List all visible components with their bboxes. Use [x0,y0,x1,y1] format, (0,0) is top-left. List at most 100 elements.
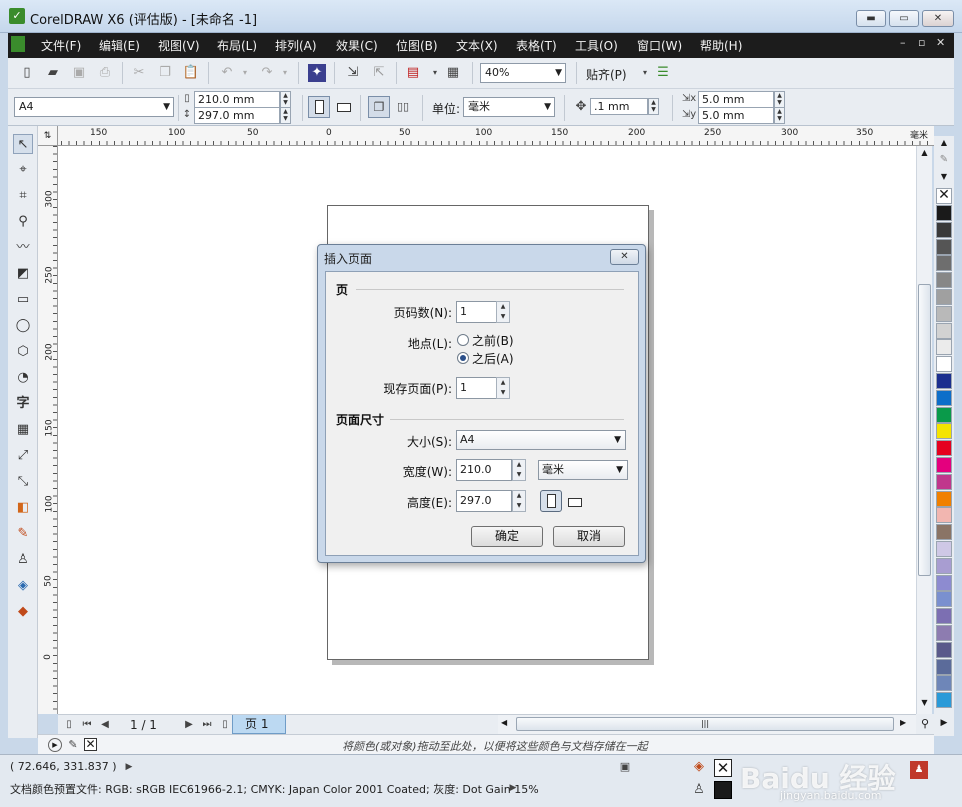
minimize-button[interactable]: ▬ [856,10,886,27]
ruler-origin-icon[interactable]: ⇅ [38,126,58,146]
publish-pdf-icon[interactable]: ▤ [404,64,422,82]
paper-size-combo[interactable]: A4 ▼ [14,97,174,117]
first-page-icon[interactable]: ⏮ [78,716,96,734]
color-swatch[interactable] [936,457,952,473]
dimension-tool-icon[interactable]: ⤢ [13,446,33,466]
import-icon[interactable]: ⇲ [344,64,362,82]
menu-layout[interactable]: 布局(L) [217,37,257,54]
scroll-right-icon[interactable]: ▶ [900,718,906,727]
table-tool-icon[interactable]: ▦ [13,420,33,440]
color-swatch[interactable] [936,423,952,440]
paste-icon[interactable]: 📋 [182,64,200,82]
duplicate-x-input[interactable]: 5.0 mm [698,91,774,108]
eyedropper-icon[interactable]: ✎ [64,736,82,754]
save-icon[interactable]: ▣ [70,64,88,82]
fill-color-swatch[interactable]: ✕ [714,759,732,777]
duplicate-y-spinner[interactable]: ▲ ▼ [774,107,785,124]
pages-spinner[interactable]: ▲ ▼ [496,301,510,323]
duplicate-x-spinner[interactable]: ▲ ▼ [774,91,785,108]
welcome-screen-icon[interactable]: ▦ [444,64,462,82]
no-color-swatch[interactable]: ✕ [84,738,97,751]
page-height-input[interactable]: 297.0 mm [194,107,280,124]
color-swatch[interactable] [936,557,952,574]
color-swatch[interactable] [936,406,952,423]
scroll-left-icon[interactable]: ◀ [501,718,507,727]
publish-dropdown-icon[interactable]: ▾ [426,64,444,82]
vertical-scrollbar[interactable]: ▲ ▼ [916,146,932,714]
snap-to-button[interactable]: 贴齐(P) [586,66,627,83]
smart-fill-tool-icon[interactable]: ◩ [13,264,33,284]
vertical-scroll-thumb[interactable] [918,284,931,576]
ellipse-tool-icon[interactable]: ◯ [13,316,33,336]
freehand-tool-icon[interactable]: 〰 [13,238,33,258]
menu-file[interactable]: 文件(F) [41,37,81,54]
horizontal-ruler[interactable]: 150 100 50 0 50 100 150 200 250 300 350 … [38,126,934,146]
color-swatch[interactable] [936,541,952,557]
eyedropper-icon[interactable]: ✎ [936,154,952,168]
color-swatch[interactable] [936,473,952,490]
menu-window[interactable]: 窗口(W) [637,37,682,54]
scroll-up-icon[interactable]: ▲ [918,148,931,160]
profiles-expand-icon[interactable]: ▶ [504,779,522,797]
menu-edit[interactable]: 编辑(E) [99,37,140,54]
color-swatch[interactable] [936,675,952,692]
maximize-button[interactable]: ▭ [889,10,919,27]
navigator-icon[interactable]: ⚲ [916,714,934,734]
document-palette-bar[interactable]: ▶ ✎ ✕ 将颜色(或对象)拖动至此处，以便将这些颜色与文档存储在一起 [38,734,934,754]
palette-scroll-up-icon[interactable]: ▲ [936,138,952,152]
doc-close-icon[interactable]: ✕ [936,36,945,49]
color-swatch[interactable] [936,490,952,507]
before-label[interactable]: 之前(B) [472,332,514,349]
existing-page-spinner[interactable]: ▲ ▼ [496,377,510,399]
landscape-icon[interactable] [568,498,582,507]
color-swatch[interactable] [936,692,952,709]
text-tool-icon[interactable]: 字 [13,394,33,414]
eyedropper-tool-icon[interactable]: ✎ [13,524,33,544]
shape-tool-icon[interactable]: ⌖ [13,160,33,180]
portrait-button[interactable] [540,490,562,512]
dialog-close-button[interactable]: ✕ [610,249,639,265]
color-swatch[interactable] [936,591,952,608]
export-icon[interactable]: ⇱ [370,64,388,82]
page-width-input[interactable]: 210.0 mm [194,91,280,108]
width-input[interactable]: 210.0 [456,459,512,481]
open-icon[interactable]: ▰ [44,64,62,82]
page-width-spinner[interactable]: ▲ ▼ [280,91,291,108]
landscape-button[interactable] [332,96,354,118]
fill-tool-icon[interactable]: ◈ [13,576,33,596]
redo-icon[interactable]: ↷ [258,64,276,82]
color-swatch[interactable] [936,658,952,675]
undo-icon[interactable]: ↶ [218,64,236,82]
page-height-spinner[interactable]: ▲ ▼ [280,107,291,124]
crop-tool-icon[interactable]: ⌗ [13,186,33,206]
width-spinner[interactable]: ▲ ▼ [512,459,526,481]
user-icon[interactable]: ♟ [910,761,928,779]
menu-help[interactable]: 帮助(H) [700,37,742,54]
color-swatch[interactable] [936,238,952,255]
pick-tool-icon[interactable]: ↖ [13,134,33,154]
basic-shapes-tool-icon[interactable]: ◔ [13,368,33,388]
close-button[interactable]: ✕ [922,10,954,27]
color-swatch[interactable] [936,440,952,457]
status-expand-icon[interactable]: ▶ [120,758,138,776]
blend-tool-icon[interactable]: ◧ [13,498,33,518]
color-swatch[interactable] [936,641,952,658]
all-pages-button[interactable]: ❐ [368,96,390,118]
existing-page-input[interactable]: 1 [456,377,498,399]
menu-view[interactable]: 视图(V) [158,37,200,54]
cut-icon[interactable]: ✂ [130,64,148,82]
color-swatch[interactable] [936,221,952,238]
previous-page-icon[interactable]: ◀ [96,716,114,734]
palette-expand-icon[interactable]: ▶ [936,718,952,732]
menu-arrange[interactable]: 排列(A) [275,37,317,54]
zoom-tool-icon[interactable]: ⚲ [13,212,33,232]
horizontal-scrollbar[interactable]: ◀ ||| ▶ [498,714,916,734]
color-swatch[interactable] [936,272,952,289]
last-page-icon[interactable]: ⏭ [198,716,216,734]
unit-combo[interactable]: 毫米 ▼ [538,460,628,480]
interactive-fill-tool-icon[interactable]: ◆ [13,602,33,622]
next-page-icon[interactable]: ▶ [180,716,198,734]
rectangle-tool-icon[interactable]: ▭ [13,290,33,310]
undo-dropdown-icon[interactable]: ▾ [236,64,254,82]
menu-table[interactable]: 表格(T) [516,37,557,54]
